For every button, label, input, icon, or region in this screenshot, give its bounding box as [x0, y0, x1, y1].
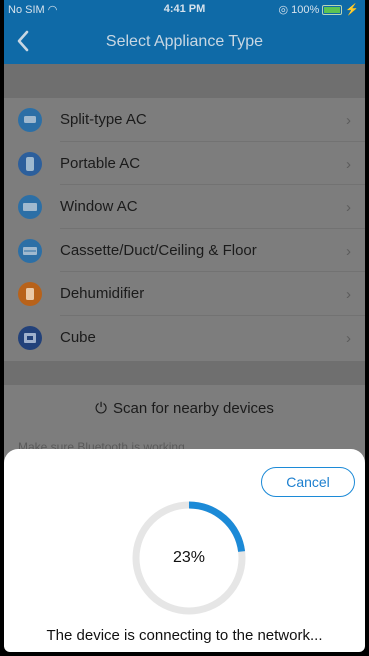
window-ac-icon — [18, 195, 42, 219]
scan-label: Scan for nearby devices — [112, 399, 274, 417]
appliance-label: Cube — [60, 328, 96, 346]
section-spacer — [4, 64, 365, 98]
appliance-item-split-ac[interactable]: Split-type AC › — [4, 98, 365, 142]
chevron-right-icon: › — [346, 286, 351, 303]
chevron-right-icon: › — [346, 329, 351, 347]
chevron-right-icon: › — [346, 155, 351, 173]
chevron-right-icon: › — [346, 112, 351, 129]
connecting-message: The device is connecting to the network.… — [46, 627, 323, 644]
appliance-label: Cassette/Duct/Ceiling & Floor — [60, 241, 257, 259]
app-screen: No SIM ◠ 4:41 PM ◎ 100% ⚡ Select Applian… — [4, 0, 365, 652]
connecting-sheet: Cancel 23% The device is connecting to t… — [4, 449, 365, 652]
cassette-ac-icon — [18, 238, 42, 263]
appliance-label: Portable AC — [60, 154, 141, 172]
split-ac-icon — [18, 108, 42, 132]
chevron-right-icon: › — [346, 242, 351, 260]
charging-icon: ⚡ — [345, 4, 359, 16]
appliance-label: Split-type AC — [60, 111, 147, 128]
battery-area: ◎ 100% ⚡ — [278, 3, 359, 17]
battery-percent: 100% — [291, 3, 320, 16]
alarm-icon: ◎ — [278, 4, 289, 16]
battery-icon — [322, 4, 343, 15]
appliance-list: Split-type AC › Portable AC › Window AC … — [4, 98, 365, 359]
scan-devices-button[interactable]: ⏻ Scan for nearby devices — [4, 385, 365, 431]
cancel-button[interactable]: Cancel — [261, 467, 355, 497]
progress-percent: 23% — [172, 549, 206, 566]
page-title: Select Appliance Type — [105, 33, 264, 50]
appliance-item-portable-ac[interactable]: Portable AC › — [4, 141, 365, 185]
appliance-item-cassette-ac[interactable]: Cassette/Duct/Ceiling & Floor › — [4, 228, 365, 272]
appliance-label: Dehumidifier — [60, 285, 145, 302]
portable-ac-icon — [18, 151, 42, 176]
appliance-item-window-ac[interactable]: Window AC › — [4, 185, 365, 229]
status-bar: No SIM ◠ 4:41 PM ◎ 100% ⚡ — [4, 0, 365, 20]
power-icon: ⏻ — [95, 399, 107, 417]
nav-bar: Select Appliance Type — [4, 20, 365, 64]
appliance-item-dehumidifier[interactable]: Dehumidifier › — [4, 272, 365, 316]
cube-icon — [18, 325, 42, 350]
appliance-label: Window AC — [60, 198, 138, 215]
section-spacer — [4, 361, 365, 385]
dehumidifier-icon — [18, 282, 42, 306]
appliance-item-cube[interactable]: Cube › — [4, 315, 365, 359]
chevron-right-icon: › — [346, 199, 351, 216]
